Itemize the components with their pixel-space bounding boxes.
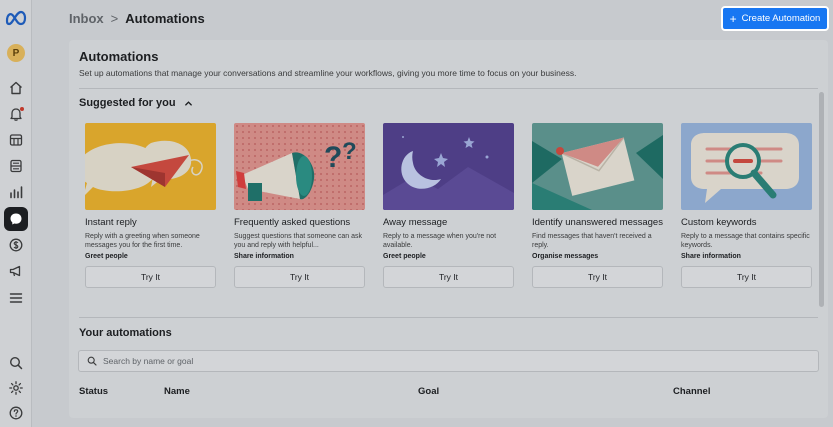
inbox-icon[interactable] — [8, 211, 24, 227]
suggestion-card-unanswered-messages: Identify unanswered messages Find messag… — [532, 123, 663, 288]
column-header-channel[interactable]: Channel — [673, 386, 710, 397]
ads-icon[interactable] — [8, 263, 24, 279]
suggestion-card-instant-reply: Instant reply Reply with a greeting when… — [85, 123, 216, 288]
settings-icon[interactable] — [8, 380, 24, 396]
try-it-button-away-message[interactable]: Try It — [383, 266, 514, 288]
card-tag: Greet people — [383, 253, 426, 260]
insights-icon[interactable] — [8, 184, 24, 200]
account-avatar[interactable]: P — [7, 44, 25, 62]
column-header-goal[interactable]: Goal — [418, 386, 439, 397]
faq-illustration: ? ? — [234, 123, 365, 210]
card-description: Suggest questions that someone can ask y… — [234, 233, 363, 249]
meta-logo-icon[interactable] — [5, 10, 27, 26]
card-description: Reply with a greeting when someone messa… — [85, 233, 200, 249]
plus-icon: + — [729, 11, 737, 26]
avatar-letter: P — [12, 47, 20, 59]
search-icon — [87, 356, 97, 366]
panel-scrollbar[interactable] — [819, 92, 824, 307]
content-icon[interactable] — [8, 158, 24, 174]
card-title: Custom keywords — [681, 217, 757, 228]
help-icon[interactable] — [8, 405, 24, 421]
svg-text:?: ? — [342, 138, 357, 165]
suggested-section-title: Suggested for you — [79, 97, 176, 109]
column-header-name[interactable]: Name — [164, 386, 190, 397]
top-bar: Inbox > Automations + Create Automation — [33, 0, 833, 38]
section-divider — [79, 88, 818, 89]
automation-search-box[interactable] — [78, 350, 819, 372]
card-description: Reply to a message that contains specifi… — [681, 233, 810, 249]
unanswered-messages-illustration — [532, 123, 663, 210]
create-automation-button[interactable]: + Create Automation — [721, 6, 829, 31]
section-divider — [79, 317, 818, 318]
page-title: Automations — [79, 49, 159, 64]
suggestion-card-custom-keywords: Custom keywords Reply to a message that … — [681, 123, 812, 288]
create-automation-label: Create Automation — [741, 13, 821, 24]
menu-icon[interactable] — [8, 290, 24, 306]
card-tag: Organise messages — [532, 253, 599, 260]
away-message-illustration — [383, 123, 514, 210]
instant-reply-illustration — [85, 123, 216, 210]
card-tag: Share information — [234, 253, 294, 260]
notification-dot — [20, 107, 24, 111]
suggestion-card-away-message: Away message Reply to a message when you… — [383, 123, 514, 288]
chevron-up-icon — [184, 100, 192, 106]
suggestion-card-faq: ? ? Frequently asked questions Suggest q… — [234, 123, 365, 288]
page-subtitle: Set up automations that manage your conv… — [79, 68, 577, 78]
your-automations-title: Your automations — [79, 327, 172, 339]
card-description: Reply to a message when you're not avail… — [383, 233, 497, 249]
card-title: Frequently asked questions — [234, 217, 351, 228]
card-title: Identify unanswered messages — [532, 217, 663, 228]
breadcrumb-current: Automations — [125, 11, 205, 26]
try-it-button-unanswered-messages[interactable]: Try It — [532, 266, 663, 288]
suggested-section-toggle[interactable]: Suggested for you — [79, 97, 193, 109]
svg-text:?: ? — [324, 141, 342, 174]
try-it-button-custom-keywords[interactable]: Try It — [681, 266, 812, 288]
search-icon[interactable] — [8, 355, 24, 371]
card-title: Away message — [383, 217, 448, 228]
try-it-button-faq[interactable]: Try It — [234, 266, 365, 288]
search-input[interactable] — [103, 356, 783, 366]
custom-keywords-illustration — [681, 123, 812, 210]
home-icon[interactable] — [8, 80, 24, 96]
breadcrumb: Inbox > Automations — [69, 11, 205, 26]
try-it-button-instant-reply[interactable]: Try It — [85, 266, 216, 288]
monetization-icon[interactable] — [8, 237, 24, 253]
card-tag: Greet people — [85, 253, 128, 260]
left-nav-rail: P — [0, 0, 32, 427]
card-tag: Share information — [681, 253, 741, 260]
automations-panel: Automations Set up automations that mana… — [69, 40, 828, 418]
posts-icon[interactable] — [8, 132, 24, 148]
card-description: Find messages that haven't received a re… — [532, 233, 652, 249]
breadcrumb-separator: > — [110, 11, 119, 26]
breadcrumb-inbox-link[interactable]: Inbox — [69, 11, 104, 26]
column-header-status[interactable]: Status — [79, 386, 108, 397]
card-title: Instant reply — [85, 217, 137, 228]
